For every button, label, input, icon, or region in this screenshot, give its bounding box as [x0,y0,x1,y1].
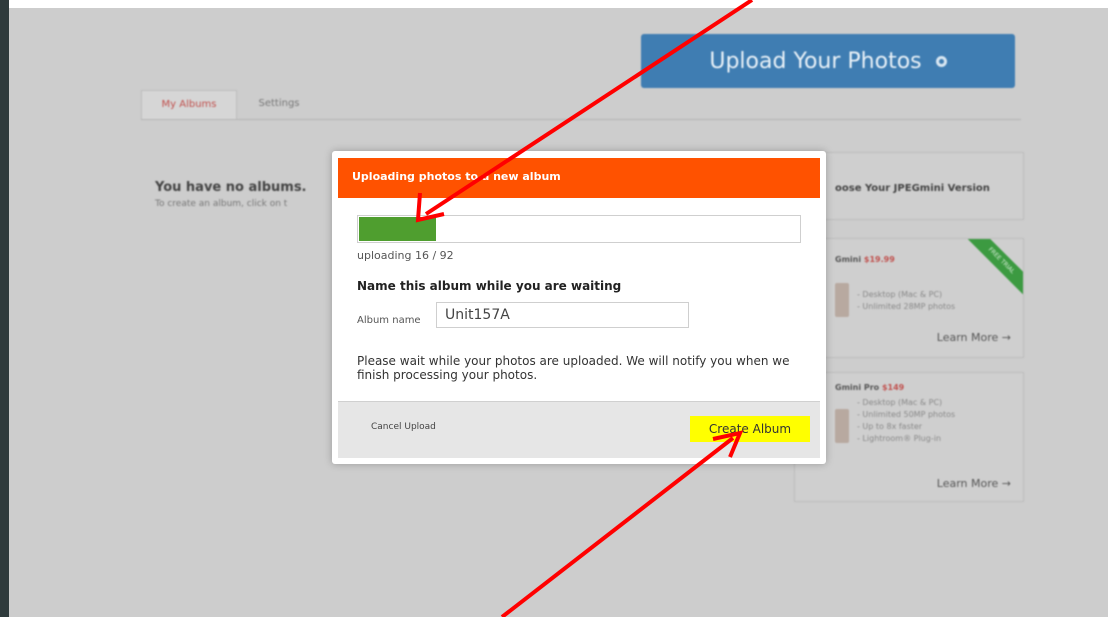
window-edge [0,0,9,617]
product-box-image [835,283,849,317]
product-features: - Desktop (Mac & PC) - Unlimited 50MP ph… [857,397,955,445]
tab-my-albums-label: My Albums [161,99,217,110]
feature-item: - Desktop (Mac & PC) [857,290,943,299]
upload-photos-button[interactable]: Upload Your Photos [641,34,1015,88]
product-features: - Desktop (Mac & PC) - Unlimited 28MP ph… [857,289,955,313]
product-card-pro: Gmini Pro $149 - Desktop (Mac & PC) - Un… [794,372,1024,502]
upload-photos-label: Upload Your Photos [709,48,922,74]
upload-progress-text: uploading 16 / 92 [357,249,454,262]
tab-settings[interactable]: Settings [239,90,319,118]
no-albums-title: You have no albums. [155,180,307,195]
circle-icon [935,55,947,67]
tab-settings-label: Settings [258,98,300,109]
create-album-button[interactable]: Create Album [690,416,810,442]
product-name-text: Gmini Pro [835,383,880,392]
feature-item: - Lightroom® Plug-in [857,434,942,443]
album-name-input[interactable] [436,302,689,328]
feature-item: - Up to 8x faster [857,422,923,431]
upload-progress-bar [357,215,801,243]
feature-item: - Unlimited 28MP photos [857,302,956,311]
version-chooser-header: oose Your JPEGmini Version [794,152,1024,220]
tab-my-albums[interactable]: My Albums [141,90,237,119]
album-name-label: Album name [357,315,421,326]
screenshot-frame: Upload Your Photos My Albums Settings Yo… [9,8,1108,617]
modal-title: Uploading photos to a new album [352,170,561,183]
product-name-text: Gmini [835,255,862,264]
feature-item: - Unlimited 50MP photos [857,410,956,419]
modal-header: Uploading photos to a new album [338,158,820,198]
product-name: Gmini $19.99 [835,255,895,264]
wait-message: Please wait while your photos are upload… [357,354,790,382]
product-price: $19.99 [863,255,895,264]
feature-item: - Desktop (Mac & PC) [857,398,943,407]
product-card-standard: FREE TRIAL Gmini $19.99 - Desktop (Mac &… [794,238,1024,358]
product-box-image [835,409,849,443]
learn-more-link[interactable]: Learn More → [937,331,1011,344]
tab-divider [141,119,1021,120]
album-name-heading: Name this album while you are waiting [357,279,622,293]
modal-footer: Cancel Upload Create Album [338,401,820,458]
free-trial-ribbon: FREE TRIAL [967,239,1023,295]
learn-more-link[interactable]: Learn More → [937,477,1011,490]
version-chooser-title: oose Your JPEGmini Version [835,183,990,194]
upload-progress-fill [359,217,436,241]
product-price: $149 [881,383,905,392]
product-name: Gmini Pro $149 [835,383,904,392]
upload-modal: Uploading photos to a new album uploadin… [332,151,826,464]
no-albums-subtitle: To create an album, click on t [155,199,288,209]
cancel-upload-link[interactable]: Cancel Upload [371,422,436,432]
